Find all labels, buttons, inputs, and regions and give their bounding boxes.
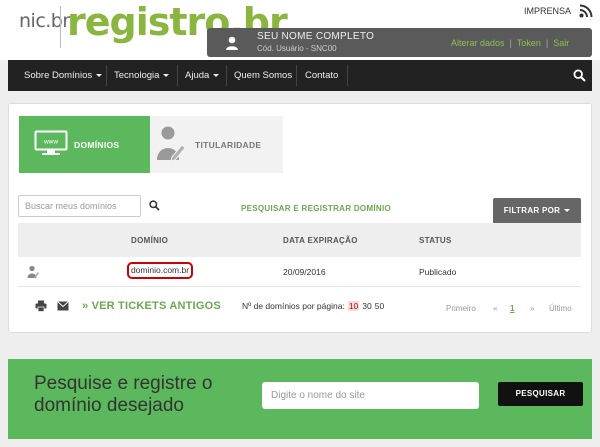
rss-icon[interactable]	[579, 4, 593, 18]
user-links: Alterar dados | Token | Sair	[451, 38, 569, 48]
user-box: SEU NOME COMPLETO Cód. Usuário - SNC00 A…	[207, 28, 592, 57]
domain-status: Publicado	[419, 267, 457, 277]
press-link[interactable]: IMPRENSA	[524, 6, 571, 16]
nav-divider	[226, 65, 227, 86]
tab-ownership[interactable]: TITULARIDADE	[150, 116, 283, 173]
chevron-down-icon	[564, 209, 571, 213]
pager-next[interactable]: »	[530, 304, 534, 313]
nav-item-label: Tecnologia	[114, 70, 160, 81]
token-link[interactable]: Token	[517, 38, 541, 48]
banner-title: Pesquise e registre o domínio desejado	[34, 373, 213, 416]
monitor-www-icon: www	[34, 130, 68, 155]
tab-domains-label: DOMÍNIOS	[74, 140, 120, 150]
search-register-domain-link[interactable]: PESQUISAR E REGISTRAR DOMÍNIO	[241, 204, 391, 213]
nav-divider	[177, 65, 178, 86]
per-page-option-10[interactable]: 10	[347, 301, 360, 311]
chevron-down-icon	[96, 73, 103, 77]
per-page-option-50[interactable]: 50	[375, 301, 384, 311]
filter-button-label: FILTRAR POR	[503, 206, 561, 215]
tab-ownership-label: TITULARIDADE	[195, 140, 262, 150]
site-name-input[interactable]	[262, 382, 479, 409]
domains-panel: www DOMÍNIOS TITULARIDADE PESQUISAR E RE…	[8, 103, 592, 333]
nav-divider	[296, 65, 297, 86]
pager-first[interactable]: Primeiro	[446, 304, 476, 313]
link-separator: |	[509, 38, 512, 48]
nic-br-logo[interactable]: nic.br	[19, 10, 70, 32]
search-banner: Pesquise e registre o domínio desejado P…	[8, 359, 592, 439]
per-page-label: Nº de domínios por página:	[242, 301, 345, 311]
user-edit-icon	[157, 126, 186, 162]
nav-item-label: Quem Somos	[234, 70, 293, 81]
nav-item-about-us[interactable]: Quem Somos	[234, 60, 292, 91]
print-icon[interactable]	[35, 300, 47, 312]
column-header-expiration[interactable]: DATA EXPIRAÇÃO	[283, 236, 358, 245]
pager-last[interactable]: Último	[549, 304, 572, 313]
expiration-date: 20/09/2016	[283, 267, 326, 277]
chevron-down-icon	[213, 73, 220, 77]
per-page-option-30[interactable]: 30	[362, 301, 371, 311]
user-icon	[226, 36, 238, 50]
pager-current-page[interactable]: 1	[510, 304, 514, 313]
nav-item-label: Sobre Domínios	[24, 70, 93, 81]
nav-item-label: Ajuda	[185, 70, 210, 81]
nav-item-contact[interactable]: Contato	[305, 60, 338, 91]
nav-divider	[106, 65, 107, 86]
column-header-status[interactable]: STATUS	[419, 236, 452, 245]
pager-prev[interactable]: «	[493, 304, 497, 313]
user-full-name: SEU NOME COMPLETO	[257, 31, 375, 42]
envelope-icon[interactable]	[57, 301, 69, 311]
per-page-selector: Nº de domínios por página: 10 30 50	[242, 301, 384, 311]
search-icon[interactable]	[149, 200, 160, 211]
nav-item-help[interactable]: Ajuda	[185, 60, 220, 91]
filter-button[interactable]: FILTRAR POR	[493, 198, 581, 224]
chevron-down-icon	[163, 73, 170, 77]
nav-divider	[347, 65, 348, 86]
main-nav: Sobre Domínios Tecnologia Ajuda Quem Som…	[8, 60, 592, 91]
search-button[interactable]: PESQUISAR	[498, 382, 583, 406]
table-row[interactable]: dominio.com.br 20/09/2016 Publicado	[18, 257, 581, 287]
transfer-user-icon[interactable]	[27, 265, 39, 279]
column-header-domain[interactable]: DOMÍNIO	[131, 236, 168, 245]
search-icon[interactable]	[573, 69, 586, 82]
domain-name-link[interactable]: dominio.com.br	[127, 262, 193, 279]
nav-item-technology[interactable]: Tecnologia	[114, 60, 170, 91]
nav-item-about-domains[interactable]: Sobre Domínios	[24, 60, 103, 91]
logo-divider	[60, 6, 61, 48]
logout-link[interactable]: Sair	[553, 38, 569, 48]
www-text: www	[43, 139, 58, 146]
tab-domains[interactable]: www DOMÍNIOS	[19, 116, 150, 173]
link-separator: |	[545, 38, 549, 48]
user-code: Cód. Usuário - SNC00	[257, 44, 337, 53]
old-tickets-link[interactable]: » VER TICKETS ANTIGOS	[82, 300, 221, 312]
site-header: nic.br registro.br IMPRENSA SEU NOME COM…	[0, 0, 600, 60]
change-data-link[interactable]: Alterar dados	[451, 38, 505, 48]
nav-item-label: Contato	[305, 70, 339, 81]
domain-search-input[interactable]	[18, 195, 141, 217]
table-header: DOMÍNIO DATA EXPIRAÇÃO STATUS	[18, 223, 581, 257]
